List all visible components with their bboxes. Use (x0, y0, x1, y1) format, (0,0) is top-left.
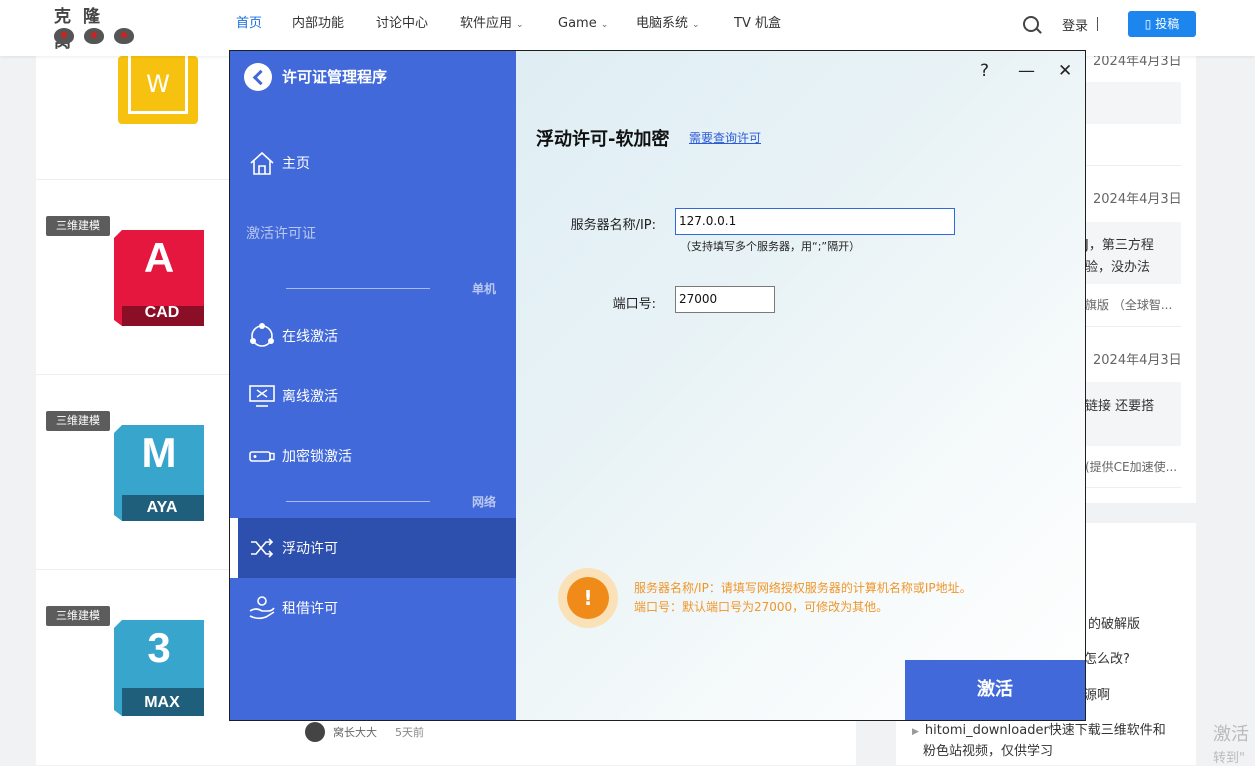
info-text-port: 端口号：默认端口号为27000，可修改为其他。 (634, 600, 889, 614)
activation-watermark-sub: 转到" (1213, 751, 1245, 766)
post-button[interactable]: ▯ 投稿 (1128, 11, 1196, 37)
divider (1085, 165, 1181, 166)
list-item[interactable]: ▶ hitomi_downloader快速下载三维软件和 (912, 719, 1166, 738)
post-title[interactable]: 旗版 （全球智... (1085, 296, 1172, 313)
monitor-icon (249, 385, 275, 407)
license-manager-window: 许可证管理程序 主页 激活许可证 单机 在线激活 离线激活 加密锁激活 网络 浮… (229, 50, 1086, 721)
page-title: 浮动许可-软加密 (536, 129, 670, 150)
chevron-down-icon: ⌄ (692, 20, 700, 30)
post-excerpt[interactable]: 链接 还要搭 (1085, 395, 1154, 414)
port-label: 端口号: (612, 297, 656, 312)
list-item[interactable]: 怎么改? (1084, 648, 1130, 667)
autocad-icon[interactable]: A CAD (114, 230, 204, 326)
thumbnail[interactable] (1085, 82, 1181, 124)
license-main-panel: ? — ✕ 浮动许可-软加密 需要查询许可 服务器名称/IP: 127.0.0.… (516, 51, 1085, 720)
post-excerpt[interactable]: J，第三方程 (1085, 234, 1154, 253)
search-icon[interactable] (1023, 16, 1039, 32)
bug-icon (84, 28, 104, 44)
menu-dongle-activation[interactable]: 加密锁激活 (230, 426, 516, 486)
chevron-down-icon: ⌄ (600, 20, 609, 30)
post-excerpt-box[interactable] (1085, 382, 1181, 446)
divider (1085, 326, 1181, 327)
server-input[interactable]: 127.0.0.1 (675, 208, 955, 235)
license-sidebar: 许可证管理程序 主页 激活许可证 单机 在线激活 离线激活 加密锁激活 网络 浮… (230, 51, 516, 720)
nav-internal[interactable]: 内部功能 (292, 14, 344, 34)
menu-activate-header: 激活许可证 (246, 226, 316, 242)
home-icon (250, 151, 274, 175)
server-hint: （支持填写多个服务器，用“;”隔开） (680, 240, 861, 253)
category-badge[interactable]: 三维建模 (46, 411, 110, 431)
nav-os[interactable]: 电脑系统 ⌄ (636, 14, 700, 35)
nav-discussion[interactable]: 讨论中心 (376, 14, 428, 34)
category-badge[interactable]: 三维建模 (46, 216, 110, 236)
menu-floating-license[interactable]: 浮动许可 (230, 518, 516, 578)
word-icon[interactable]: W (118, 56, 198, 124)
divider (1085, 487, 1181, 488)
caret-right-icon: ▶ (912, 727, 919, 737)
nav-home[interactable]: 首页 (236, 14, 262, 34)
divider (1097, 17, 1098, 31)
bug-icon (54, 28, 74, 44)
login-link[interactable]: 登录 (1062, 15, 1088, 34)
menu-online-activation[interactable]: 在线激活 (230, 306, 516, 366)
list-item[interactable]: 粉色站视频，仅供学习 (923, 740, 1053, 759)
port-input[interactable]: 27000 (675, 286, 775, 313)
info-text-server: 服务器名称/IP：请填写网络授权服务器的计算机名称或IP地址。 (634, 581, 972, 595)
post-author: 窝长大大 5天前 (305, 722, 424, 742)
list-item[interactable]: 的破解版 (1088, 613, 1140, 632)
activate-button[interactable]: 激活 (905, 660, 1085, 720)
post-date: 2024年4月3日 (1093, 353, 1182, 368)
nav-software[interactable]: 软件应用 ⌄ (460, 14, 524, 35)
usb-dongle-icon (249, 451, 275, 462)
query-license-link[interactable]: 需要查询许可 (689, 129, 761, 146)
activation-watermark: 激活 (1213, 724, 1249, 745)
3dsmax-icon[interactable]: 3 MAX (114, 620, 204, 716)
close-icon[interactable]: ✕ (1058, 61, 1072, 81)
post-excerpt[interactable]: 验，没办法 (1085, 256, 1150, 275)
menu-borrow-license[interactable]: 租借许可 (230, 578, 516, 638)
hand-coin-icon (249, 596, 275, 620)
bug-icon (114, 28, 134, 44)
site-logo[interactable]: 克隆窝 (50, 2, 140, 52)
logo-text: 克隆窝 (54, 7, 112, 52)
section-single: 单机 (286, 281, 496, 296)
minimize-icon[interactable]: — (1018, 61, 1035, 81)
menu-offline-activation[interactable]: 离线激活 (230, 366, 516, 426)
shuffle-icon (251, 538, 274, 558)
nav-tv[interactable]: TV 机盒 (734, 14, 781, 34)
back-icon[interactable] (244, 63, 272, 91)
chevron-down-icon: ⌄ (516, 20, 524, 30)
maya-icon[interactable]: M AYA (114, 425, 204, 521)
category-badge[interactable]: 三维建模 (46, 606, 110, 626)
post-time: 5天前 (395, 726, 424, 739)
author-name[interactable]: 窝长大大 (333, 724, 377, 740)
warning-icon: ! (558, 568, 618, 628)
menu-home[interactable]: 主页 (230, 133, 516, 193)
app-title: 许可证管理程序 (282, 68, 388, 86)
server-label: 服务器名称/IP: (570, 218, 656, 233)
nav-game[interactable]: Game ⌄ (558, 14, 608, 35)
list-item[interactable]: 源啊 (1084, 684, 1110, 703)
avatar[interactable] (305, 722, 325, 742)
site-header: 克隆窝 首页 内部功能 讨论中心 软件应用⌄ Game⌄ 电脑系统⌄ TV 机盒… (0, 0, 1255, 56)
help-icon[interactable]: ? (980, 61, 989, 81)
section-network: 网络 (286, 494, 496, 509)
post-date: 2024年4月3日 (1093, 192, 1182, 207)
post-title[interactable]: (提供CE加速使... (1085, 458, 1177, 475)
network-nodes-icon (250, 323, 274, 347)
